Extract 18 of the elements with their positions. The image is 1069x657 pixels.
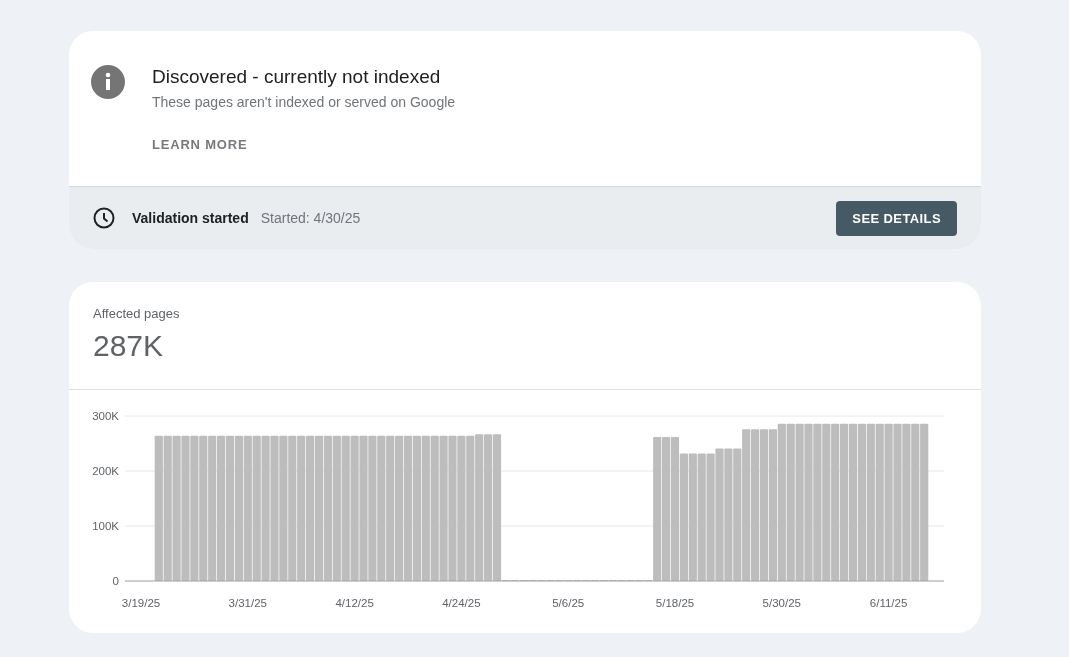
y-axis-label: 0 [112, 575, 119, 587]
validation-status: Validation started [132, 210, 249, 226]
x-axis-label: 3/31/25 [228, 597, 267, 609]
validation-date: Started: 4/30/25 [260, 210, 362, 226]
affected-pages-label: Affected pages [93, 306, 180, 321]
y-axis-label: 100K [92, 520, 119, 532]
x-axis-label: 5/18/25 [655, 597, 695, 609]
y-axis-label: 200K [92, 465, 119, 477]
x-axis-label: 3/19/25 [121, 597, 161, 609]
y-axis-label: 300K [92, 410, 119, 422]
x-axis-label: 4/12/25 [335, 597, 374, 609]
x-axis-label: 5/6/25 [552, 597, 585, 609]
x-axis-label: 5/30/25 [762, 597, 801, 609]
issue-description: These pages aren't indexed or served on Google [152, 94, 456, 110]
affected-pages-value: 287K [93, 329, 164, 363]
x-axis-label: 4/24/25 [442, 597, 481, 609]
x-axis-label: 6/11/25 [869, 597, 908, 609]
issue-title: Discovered - currently not indexed [152, 65, 441, 89]
